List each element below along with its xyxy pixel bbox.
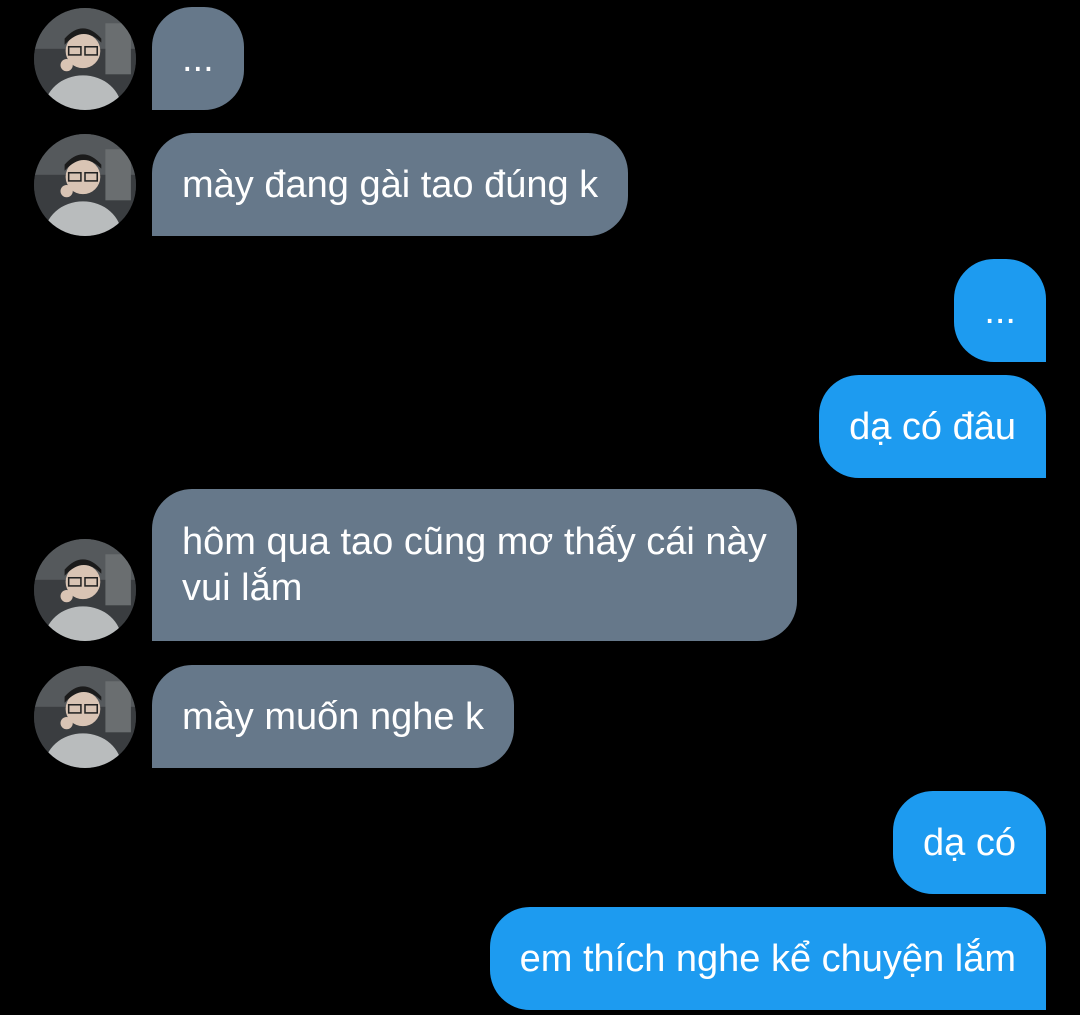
received-message[interactable]: ... (152, 7, 244, 110)
received-message[interactable]: mày muốn nghe k (152, 665, 515, 768)
received-message[interactable]: hôm qua tao cũng mơ thấy cái này vui lắm (152, 489, 797, 641)
message-text: mày muốn nghe k (182, 695, 485, 738)
message-text-line: hôm qua tao cũng mơ thấy cái này (182, 521, 767, 563)
sent-message[interactable]: em thích nghe kể chuyện lắm (489, 907, 1046, 1010)
avatar[interactable] (34, 666, 136, 768)
message-text: dạ có (923, 821, 1016, 864)
avatar[interactable] (34, 539, 136, 641)
avatar[interactable] (34, 134, 136, 236)
message-text: ... (182, 37, 214, 80)
message-text: mày đang gài tao đúng k (182, 163, 599, 206)
message-text: dạ có đâu (849, 405, 1016, 448)
message-text: ... (984, 289, 1016, 332)
received-message[interactable]: mày đang gài tao đúng k (152, 133, 629, 236)
sent-message[interactable]: dạ có đâu (819, 375, 1046, 478)
sent-message[interactable]: dạ có (893, 791, 1046, 894)
message-text-line: vui lắm (182, 567, 303, 609)
avatar[interactable] (34, 8, 136, 110)
message-text: em thích nghe kể chuyện lắm (519, 937, 1016, 980)
sent-message[interactable]: ... (954, 259, 1046, 362)
